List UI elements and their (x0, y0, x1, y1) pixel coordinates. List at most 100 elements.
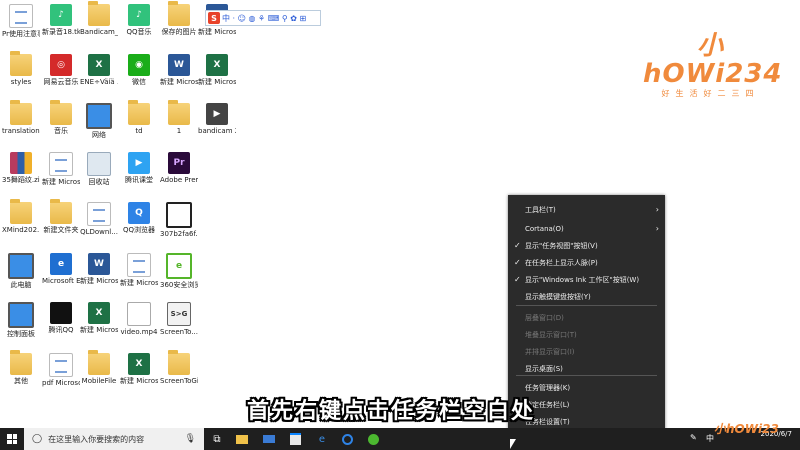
desktop-icon[interactable]: 其他 (2, 350, 40, 386)
desktop-icon[interactable]: td (120, 100, 158, 136)
task-view-icon[interactable]: ⧉ (209, 431, 225, 447)
microphone-icon[interactable]: 🎙 (185, 434, 196, 444)
desktop-icon[interactable]: ◎ 网易云音乐 (42, 52, 80, 87)
context-menu-item-label: 显示触摸键盘按钮(Y) (525, 293, 591, 301)
desktop-icon[interactable]: translations (2, 100, 40, 136)
desktop-icon[interactable]: X 新建 Microso... (198, 52, 236, 87)
desktop-icon-label: 新建 Microsof... (198, 28, 236, 36)
ime-toolbar[interactable]: S 中 · ☺ ◍ ⚘ ⌨ ⚲ ✿ ⊞ (205, 10, 321, 26)
desktop-icon[interactable]: 控制面板 (2, 300, 40, 339)
context-menu-item[interactable]: ✓ 显示"任务视图"按钮(V) (508, 239, 665, 253)
desktop-icon[interactable]: X ENE÷Väíä .xls (80, 52, 118, 87)
folder-icon (88, 1, 110, 26)
desktop-icon[interactable]: Bandicam_... (80, 1, 118, 37)
desktop-icon[interactable]: ▶ 腾讯课堂 (120, 150, 158, 185)
desktop-icon[interactable]: 新建文件夹 (42, 199, 80, 235)
desktop-icon-label: 网络 (92, 131, 106, 139)
desktop-icon[interactable]: QLDownl... (80, 200, 118, 237)
desktop-icon[interactable]: 新建 Microso... (42, 150, 80, 187)
ime-controls[interactable]: 中 · ☺ ◍ ⚘ ⌨ ⚲ ✿ ⊞ (222, 13, 306, 24)
desktop-icon[interactable]: X 新建 Microsoft ... (80, 300, 118, 335)
desktop-icon[interactable]: Pr使用注意事项 (2, 2, 40, 39)
word-icon: W (168, 54, 190, 76)
context-menu-item-label: 层叠窗口(D) (525, 314, 564, 322)
desktop-icon[interactable]: 保存的图片 (160, 1, 198, 37)
edge-icon[interactable]: e (314, 431, 330, 447)
desktop-icon[interactable]: X 新建 Microsoft ... (120, 351, 158, 386)
folder-icon (168, 100, 190, 125)
desktop-icon[interactable]: XMind202... (2, 199, 40, 235)
desktop-icon-label: QLDownl... (80, 228, 118, 236)
context-menu-item-label: 显示桌面(S) (525, 365, 563, 373)
desktop-icon[interactable]: 音乐 (42, 100, 80, 136)
pen-icon[interactable]: ✎ (690, 433, 697, 442)
recycle-icon (87, 152, 111, 176)
desktop-icon[interactable]: ◉ 微信 (120, 52, 158, 87)
disc-icon (166, 202, 192, 228)
menu-separator (516, 375, 657, 376)
red-icon: ◎ (50, 54, 72, 76)
video-subtitle: 首先右键点击任务栏空白处 (247, 399, 536, 424)
desktop-icon[interactable]: ♪ QQ音乐 (120, 2, 158, 37)
checkmark-icon: ✓ (514, 275, 521, 284)
desktop-icon[interactable]: ♪ 新录音18.tkm (42, 2, 80, 37)
desktop-icon-label: 新建 Microso... (160, 78, 198, 86)
taskbar[interactable]: ◯ 在这里输入你要搜索的内容 🎙 ⧉ e ✎ 中 2020/6/7 (0, 428, 800, 450)
checkmark-icon: ✓ (514, 241, 521, 250)
desktop-icon-label: ENE÷Väíä .xls (80, 78, 118, 86)
desktop-icon[interactable]: e Microsoft Edge (42, 251, 80, 286)
context-menu-item[interactable]: 显示触摸键盘按钮(Y) (508, 290, 665, 304)
desktop-icon[interactable]: e 360安全浏览器 (160, 251, 198, 290)
mp4-icon (127, 302, 151, 326)
watermark-main: 小hOWi234 (643, 31, 783, 89)
desktop-icon-label: video.mp4 (120, 328, 158, 336)
desktop-icon[interactable]: S>G ScreenTo... (160, 300, 198, 337)
desktop-icon[interactable]: e pdf Microso... (42, 351, 80, 388)
monitor-icon (86, 103, 112, 129)
store-icon[interactable] (287, 431, 303, 447)
desktop-icon[interactable]: 新建 Microso... (120, 251, 158, 288)
desktop-icon[interactable]: 35舞蹈纹.zip (2, 150, 40, 185)
desktop-icon-label: 腾讯课堂 (125, 176, 153, 184)
360-browser-icon[interactable] (365, 431, 381, 447)
desktop-icon[interactable]: Q QQ浏览器 (120, 200, 158, 235)
context-menu-item[interactable]: Cortana(O) › (508, 222, 665, 236)
desktop-icon[interactable]: 回收站 (80, 150, 118, 187)
context-menu-item[interactable]: ✓ 显示"Windows Ink 工作区"按钮(W) (508, 273, 665, 287)
search-placeholder: 在这里输入你要搜索的内容 (48, 434, 145, 444)
taskbar-search-box[interactable]: ◯ 在这里输入你要搜索的内容 🎙 (24, 428, 204, 450)
qq-browser-icon[interactable] (339, 431, 355, 447)
folder-icon (10, 51, 32, 76)
desktop-icon[interactable]: ▶ bandicam 2020-06-0... (198, 101, 236, 136)
ime-indicator[interactable]: 中 (706, 433, 714, 444)
desktop-icon-label: 新建 Microsoft ... (80, 326, 118, 334)
desktop-icon-label: bandicam 2020-06-0... (198, 127, 236, 135)
desktop-icon[interactable]: ScreenToGif (160, 350, 198, 386)
file-explorer-icon[interactable] (234, 431, 250, 447)
chevron-right-icon: › (655, 205, 659, 214)
context-menu-item[interactable]: 显示桌面(S) (508, 362, 665, 376)
desktop-icon[interactable]: W 新建 Microso... (160, 52, 198, 87)
desktop-icon-label: 新建文件夹 (43, 226, 79, 234)
desktop-icon[interactable]: 307b2fa6f... (160, 200, 198, 239)
desktop-icon[interactable]: video.mp4 (120, 300, 158, 337)
context-menu-item[interactable]: ✓ 在任务栏上显示人脉(P) (508, 256, 665, 270)
desktop-icon[interactable]: 网络 (80, 101, 118, 140)
corner-watermark: 小hOWi23 (714, 422, 779, 436)
desktop-icon-label: MobileFile (81, 377, 117, 385)
desktop-icon-label: 此电脑 (10, 281, 32, 289)
desktop-icon[interactable]: 1 (160, 100, 198, 136)
context-menu-item[interactable]: 工具栏(T) › (508, 203, 665, 217)
desktop-icon-label: 新建 Microso... (198, 78, 236, 86)
desktop-icon[interactable]: styles (2, 51, 40, 87)
folder-icon (50, 199, 72, 224)
desktop-icon[interactable]: 此电脑 (2, 251, 40, 290)
desktop-icon[interactable]: W 新建 Microso... (80, 251, 118, 286)
desktop-icon[interactable]: Pr Adobe Premiere ... (160, 150, 198, 185)
word-icon: W (88, 253, 110, 275)
start-button[interactable] (0, 428, 24, 450)
mail-icon[interactable] (261, 431, 277, 447)
sogou-logo-icon[interactable]: S (208, 12, 220, 24)
desktop-icon[interactable]: MobileFile (80, 350, 118, 386)
desktop-icon[interactable]: 腾讯QQ (42, 300, 80, 335)
